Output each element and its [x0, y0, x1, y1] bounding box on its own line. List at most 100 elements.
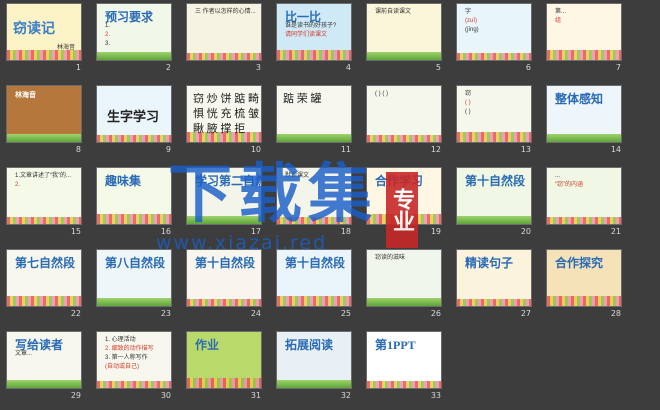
slide-title: 拓展阅读 [285, 338, 334, 352]
slide-preview[interactable]: 合作探究 [546, 249, 622, 307]
slide-thumbnail-5[interactable]: 课前自读课文 5 [364, 2, 444, 76]
slide-thumbnail-4[interactable]: 比一比 谁是读书的好孩子? 请同学们读课文 4 [274, 2, 354, 76]
grass-border [457, 216, 531, 224]
slide-preview[interactable]: 拓展阅读 [276, 331, 352, 389]
slide-thumbnail-2[interactable]: 预习要求 1. 2. 3. 2 [94, 2, 174, 76]
slide-preview[interactable]: 作业 [186, 331, 262, 389]
flower-border [547, 50, 621, 60]
slide-preview[interactable]: 字 (zuī) (jīng) [456, 3, 532, 61]
slide-thumbnail-20[interactable]: 第十自然段 20 [454, 166, 534, 240]
flower-border [7, 217, 81, 224]
slide-title: 第十自然段 [195, 256, 256, 270]
slide-thumbnail-31[interactable]: 作业 31 [184, 330, 264, 404]
slide-text-line: 窃 炒 饼 踮 畸 [193, 93, 259, 105]
slide-number: 22 [70, 309, 81, 318]
slide-thumbnail-3[interactable]: 三 作者以怎样的心情... 3 [184, 2, 264, 76]
slide-preview[interactable]: 比一比 谁是读书的好孩子? 请同学们读课文 [276, 3, 352, 61]
slide-preview[interactable]: 精读句子 [456, 249, 532, 307]
slide-thumbnail-1[interactable]: 窃读记 林海音 1 [4, 2, 84, 76]
slide-text-line: 课前自读课文 [375, 9, 412, 15]
slide-number: 7 [615, 63, 621, 72]
slide-text-line: “窃”的内涵 [555, 182, 583, 188]
slide-title: 精读句子 [465, 256, 514, 270]
grass-border [97, 298, 171, 306]
slide-thumbnail-22[interactable]: 第七自然段 22 [4, 248, 84, 322]
slide-thumbnail-13[interactable]: 窃 ( ) ( ) 13 [454, 84, 534, 158]
slide-thumbnail-8[interactable]: 林海音 8 [4, 84, 84, 158]
slide-preview[interactable]: 1.文章讲述了“我”的... 2. [6, 167, 82, 225]
flower-border [97, 214, 171, 224]
grass-border [277, 134, 351, 142]
slide-preview[interactable]: 课前自读课文 [366, 3, 442, 61]
slide-text-line: 瞅 腋 撑 拒 [193, 123, 246, 135]
flower-border [187, 299, 261, 306]
slide-number: 2 [165, 63, 171, 72]
slide-number: 13 [520, 145, 531, 154]
slide-number: 24 [250, 309, 261, 318]
slide-preview[interactable]: ( ) ( ) [366, 85, 442, 143]
slide-thumbnail-6[interactable]: 字 (zuī) (jīng) 6 [454, 2, 534, 76]
slide-number: 25 [340, 309, 351, 318]
slide-thumbnail-7[interactable]: 第... 组 7 [544, 2, 624, 76]
slide-number: 19 [430, 227, 441, 236]
slide-title: 林海音 [15, 91, 36, 99]
slide-thumbnail-21[interactable]: ... “窃”的内涵 21 [544, 166, 624, 240]
slide-thumbnail-14[interactable]: 整体感知 14 [544, 84, 624, 158]
slide-text-line: 窃读的滋味 [375, 255, 406, 261]
slide-preview[interactable]: 窃 ( ) ( ) [456, 85, 532, 143]
slide-number: 8 [75, 145, 81, 154]
slide-thumbnail-15[interactable]: 1.文章讲述了“我”的... 2. 15 [4, 166, 84, 240]
slide-text-line: 三 作者以怎样的心情... [195, 9, 256, 15]
slide-thumbnail-10[interactable]: 窃 炒 饼 踮 畸惧 恍 充 梳 皱瞅 腋 撑 拒 10 [184, 84, 264, 158]
slide-preview[interactable]: 第十自然段 [186, 249, 262, 307]
flower-border [457, 132, 531, 142]
slide-thumbnail-12[interactable]: ( ) ( ) 12 [364, 84, 444, 158]
slide-thumbnail-16[interactable]: 趣味集 16 [94, 166, 174, 240]
slide-preview[interactable]: 第十自然段 [276, 249, 352, 307]
slide-text-line: 3. [105, 41, 111, 47]
grass-border [7, 134, 81, 142]
slide-text-line: 3. 第一人称写作 [105, 355, 148, 361]
slide-preview[interactable]: 1. 心理活动 2. 细致的动作描写 3. 第一人称写作 (自动或自己) [96, 331, 172, 389]
slide-thumbnail-28[interactable]: 合作探究 28 [544, 248, 624, 322]
slide-subtitle: 林海音 [57, 45, 76, 51]
slide-preview[interactable]: 第七自然段 [6, 249, 82, 307]
slide-preview[interactable]: 写给读者 文章... [6, 331, 82, 389]
slide-preview[interactable]: 第1PPT [366, 331, 442, 389]
slide-preview[interactable]: 预习要求 1. 2. 3. [96, 3, 172, 61]
slide-preview[interactable]: ... “窃”的内涵 [546, 167, 622, 225]
slide-preview[interactable]: 第... 组 [546, 3, 622, 61]
slide-thumbnail-27[interactable]: 精读句子 27 [454, 248, 534, 322]
grass-border [367, 298, 441, 306]
slide-preview[interactable]: 第十自然段 [456, 167, 532, 225]
slide-preview[interactable]: 第八自然段 [96, 249, 172, 307]
slide-thumbnail-25[interactable]: 第十自然段 25 [274, 248, 354, 322]
slide-preview[interactable]: 窃读记 林海音 [6, 3, 82, 61]
slide-thumbnail-29[interactable]: 写给读者 文章... 29 [4, 330, 84, 404]
slide-thumbnail-32[interactable]: 拓展阅读 32 [274, 330, 354, 404]
slide-thumbnail-23[interactable]: 第八自然段 23 [94, 248, 174, 322]
slide-text-line: 1.文章讲述了“我”的... [15, 173, 72, 179]
slide-preview[interactable]: 趣味集 [96, 167, 172, 225]
watermark-seal: 专业 [386, 172, 418, 248]
slide-number: 28 [610, 309, 621, 318]
slide-preview[interactable]: 整体感知 [546, 85, 622, 143]
slide-thumbnail-11[interactable]: 踮 荣 罐 11 [274, 84, 354, 158]
slide-number: 31 [250, 391, 261, 400]
slide-number: 27 [520, 309, 531, 318]
slide-preview[interactable]: 窃读的滋味 [366, 249, 442, 307]
slide-thumbnail-24[interactable]: 第十自然段 24 [184, 248, 264, 322]
flower-border [187, 53, 261, 60]
slide-preview[interactable]: 窃 炒 饼 踮 畸惧 恍 充 梳 皱瞅 腋 撑 拒 [186, 85, 262, 143]
slide-preview[interactable]: 三 作者以怎样的心情... [186, 3, 262, 61]
slide-title: 第七自然段 [15, 256, 76, 270]
slide-thumbnail-30[interactable]: 1. 心理活动 2. 细致的动作描写 3. 第一人称写作 (自动或自己) 30 [94, 330, 174, 404]
slide-thumbnail-9[interactable]: 生字学习 9 [94, 84, 174, 158]
slide-thumbnail-33[interactable]: 第1PPT 33 [364, 330, 444, 404]
grass-border [97, 52, 171, 60]
slide-preview[interactable]: 生字学习 [96, 85, 172, 143]
grass-border [277, 380, 351, 388]
slide-thumbnail-26[interactable]: 窃读的滋味 26 [364, 248, 444, 322]
slide-preview[interactable]: 踮 荣 罐 [276, 85, 352, 143]
slide-preview[interactable]: 林海音 [6, 85, 82, 143]
